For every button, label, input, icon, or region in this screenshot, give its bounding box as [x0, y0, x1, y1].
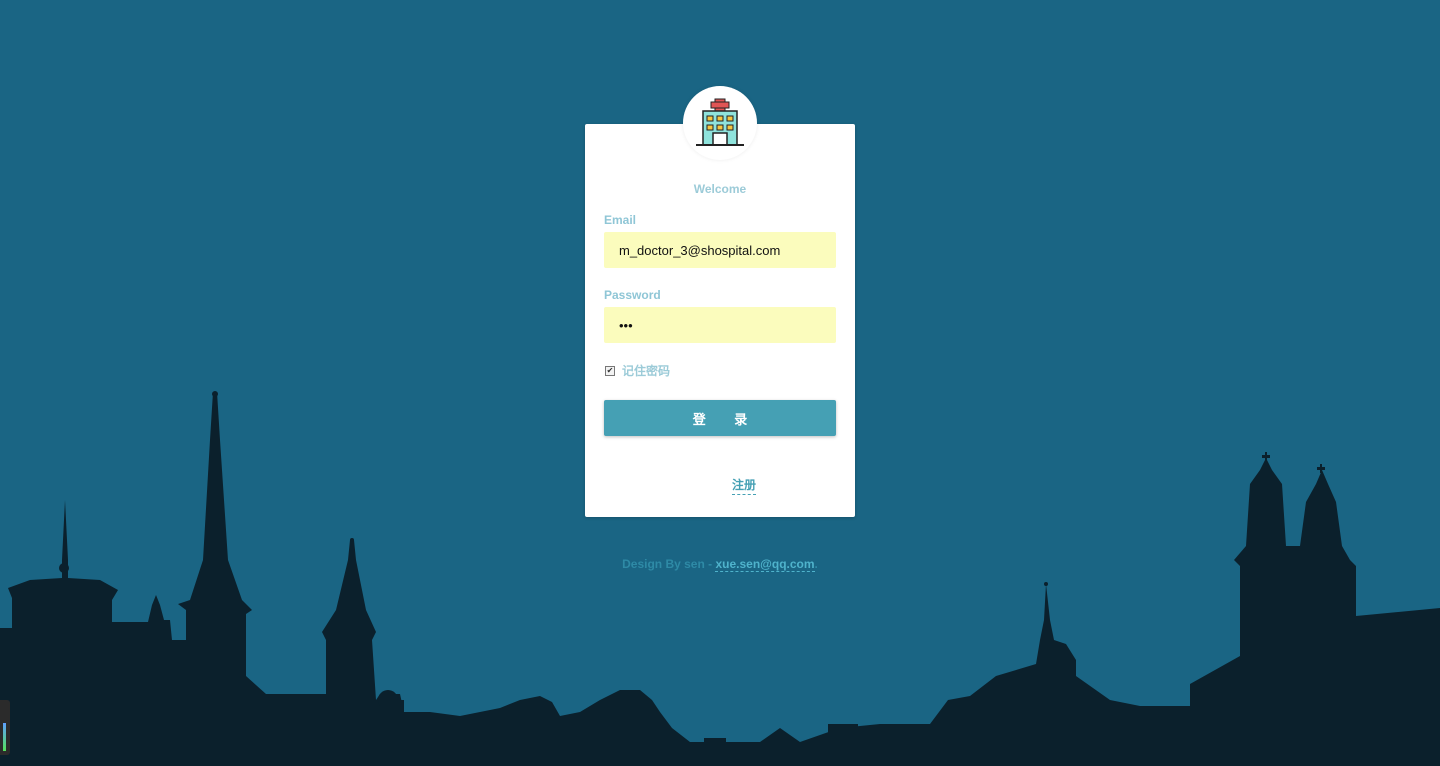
- remember-label[interactable]: 记住密码: [622, 362, 670, 379]
- welcome-heading: Welcome: [693, 182, 747, 196]
- footer-email-link[interactable]: xue.sen@qq.com: [715, 557, 815, 572]
- footer-credit: Design By sen - xue.sen@qq.com.: [0, 557, 1440, 572]
- logo-badge: [683, 86, 757, 160]
- register-link[interactable]: 注册: [732, 476, 757, 495]
- remember-password-row[interactable]: ✔ 记住密码: [605, 362, 670, 379]
- footer-suffix: .: [814, 557, 818, 571]
- footer-prefix: Design By sen -: [622, 557, 713, 571]
- hospital-icon: [696, 98, 744, 146]
- side-volume-widget[interactable]: [0, 700, 10, 755]
- login-button[interactable]: 登 录: [604, 400, 836, 436]
- email-field[interactable]: [604, 232, 836, 268]
- email-label: Email: [604, 213, 637, 227]
- level-bar: [3, 723, 6, 751]
- password-field[interactable]: [604, 307, 836, 343]
- remember-checkbox[interactable]: ✔: [605, 365, 615, 376]
- login-card: Welcome Email Password ✔ 记住密码 登 录 注册: [585, 86, 855, 517]
- password-label: Password: [604, 288, 661, 302]
